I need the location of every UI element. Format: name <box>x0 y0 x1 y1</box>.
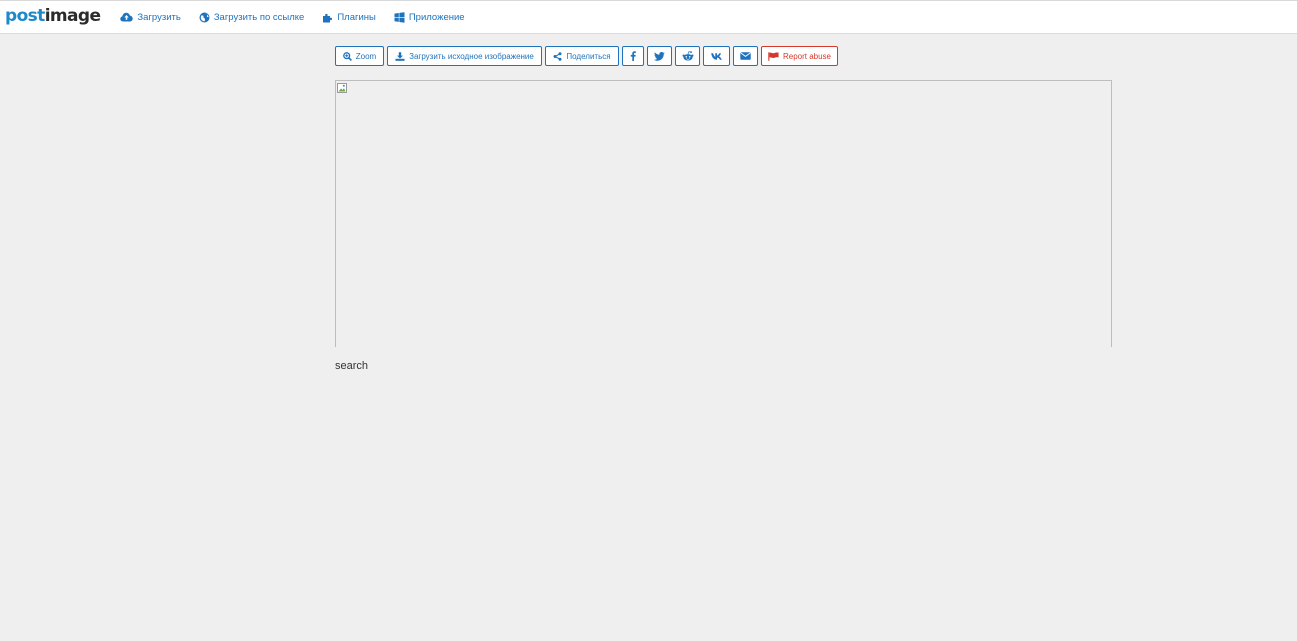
download-original-button[interactable]: Загрузить исходное изображение <box>387 46 542 66</box>
download-icon <box>395 51 405 61</box>
header-navbar: post image Загрузить Загрузить по ссылке … <box>0 1 1297 34</box>
nav-plugins-label: Плагины <box>337 11 376 23</box>
puzzle-icon <box>323 13 333 22</box>
globe-icon <box>199 12 210 22</box>
zoom-button[interactable]: Zoom <box>335 46 384 66</box>
postimage-logo[interactable]: post image <box>5 5 101 26</box>
zoom-in-icon <box>342 51 352 61</box>
vk-icon <box>710 52 722 60</box>
search-text: search <box>335 360 369 372</box>
report-abuse-label: Report abuse <box>782 51 831 61</box>
image-toolbar: Zoom Загрузить исходное изображение Поде… <box>335 46 841 66</box>
nav-plugins[interactable]: Плагины <box>322 12 376 23</box>
email-share-button[interactable] <box>733 46 758 66</box>
share-button[interactable]: Поделиться <box>545 46 619 66</box>
nav-application[interactable]: Приложение <box>394 12 465 23</box>
nav-upload[interactable]: Загрузить <box>120 11 181 23</box>
download-original-label: Загрузить исходное изображение <box>409 51 534 61</box>
reddit-icon <box>682 51 693 61</box>
logo-part1: post <box>5 5 45 26</box>
nav-upload-by-link-label: Загрузить по ссылке <box>213 11 305 23</box>
zoom-label: Zoom <box>355 51 377 61</box>
main-image[interactable] <box>335 80 1112 347</box>
flag-icon <box>768 51 779 61</box>
share-label: Поделиться <box>566 51 611 61</box>
envelope-icon <box>740 52 751 60</box>
broken-image-icon <box>337 83 347 93</box>
twitter-share-button[interactable] <box>647 46 672 66</box>
report-abuse-button[interactable]: Report abuse <box>761 46 838 66</box>
nav-upload-by-link[interactable]: Загрузить по ссылке <box>199 11 305 23</box>
facebook-icon <box>630 51 636 61</box>
windows-icon <box>394 11 405 23</box>
reddit-share-button[interactable] <box>675 46 700 66</box>
logo-part2: image <box>44 5 101 26</box>
cloud-upload-icon <box>120 12 134 22</box>
share-icon <box>553 51 562 61</box>
facebook-share-button[interactable] <box>622 46 644 66</box>
vk-share-button[interactable] <box>703 46 730 66</box>
twitter-icon <box>654 51 665 61</box>
nav-application-label: Приложение <box>408 11 465 23</box>
nav-upload-label: Загрузить <box>137 11 181 23</box>
